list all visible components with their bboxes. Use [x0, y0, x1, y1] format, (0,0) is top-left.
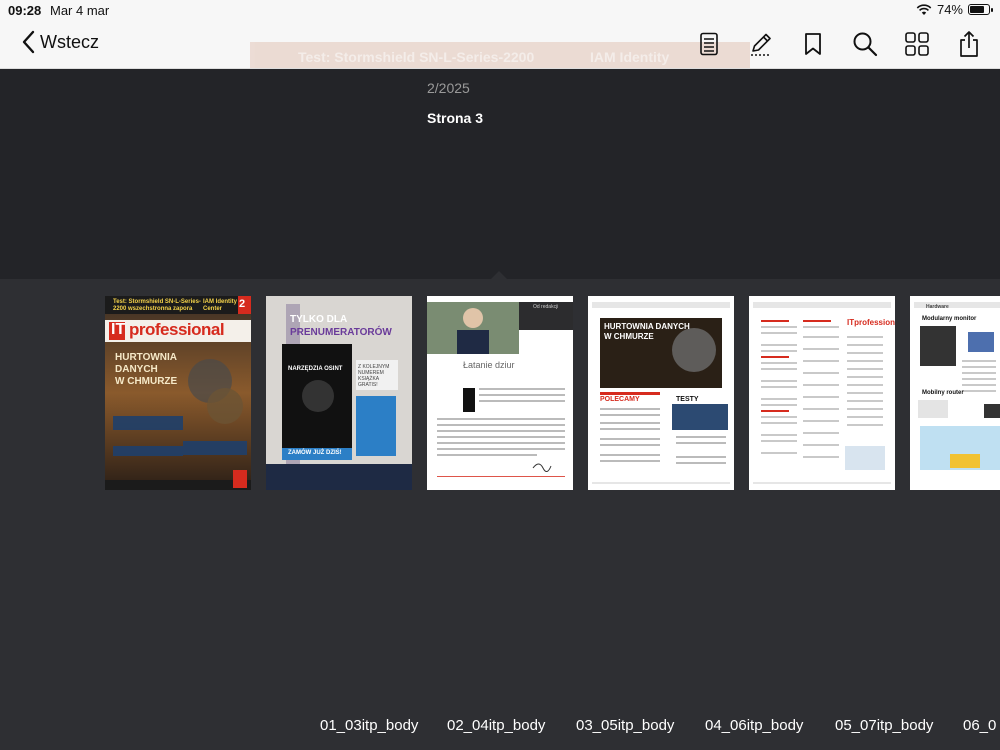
cover-logo-it: IT [111, 321, 126, 338]
thumbnail-label-5[interactable]: 05_07itp_body [835, 717, 933, 734]
contents-2-logo-rest: professional [854, 318, 895, 327]
thumbnail-contents-1[interactable]: HURTOWNIA DANYCH W CHMURZE POLECAMY TEST… [588, 296, 734, 490]
ad-footer: ZAMÓW JUŻ DZIŚ! [288, 450, 342, 456]
issue-number: 2/2025 [427, 80, 470, 96]
back-button[interactable]: Wstecz [22, 30, 99, 54]
search-icon [853, 32, 878, 57]
status-bar: 09:28 Mar 4 mar 74% [0, 0, 1000, 20]
page-7-subheading: Mobilny router [922, 390, 964, 396]
share-button[interactable] [954, 30, 984, 58]
current-page: Strona 3 [427, 110, 484, 126]
background-banner-right: IAM Identity [590, 49, 670, 65]
thumbnail-ad[interactable]: TYLKO DLA PRENUMERATORÓW NARZĘDZIA OSINT… [266, 296, 412, 490]
page-7-heading: Modularny monitor [922, 316, 977, 322]
thumbnail-label-3[interactable]: 03_05itp_body [576, 717, 674, 734]
thumbnail-cover[interactable]: Test: Stormshield SN-L-Series-2200 wszec… [105, 296, 251, 490]
background-banner-left: Test: Stormshield SN-L-Series-2200 [298, 49, 535, 65]
selection-pointer [490, 271, 508, 280]
share-icon [960, 31, 978, 57]
contents-2-logo: ITprofessional [847, 318, 895, 327]
bookmark-button[interactable] [798, 30, 828, 58]
thumbnail-label-2[interactable]: 02_04itp_body [447, 717, 545, 734]
thumbnail-label-1[interactable]: 01_03itp_body [320, 717, 418, 734]
list-icon [700, 32, 718, 56]
grid-icon [905, 32, 929, 56]
thumbnail-page-7[interactable]: Hardware Modularny monitor Mobilny route… [910, 296, 1000, 490]
cover-headline-3: W CHMURZE [115, 376, 178, 387]
ad-title-1: TYLKO DLA [290, 314, 348, 325]
table-of-contents-button[interactable] [694, 30, 724, 58]
cover-headline-1: HURTOWNIA [115, 352, 178, 363]
search-button[interactable] [850, 30, 880, 58]
issue-info-panel [0, 69, 1000, 279]
wifi-icon [916, 3, 932, 15]
contents-1-title-2: W CHMURZE [604, 332, 654, 341]
cover-banner-right: IAM Identity Center [203, 299, 237, 312]
reader-toolbar: Test: Stormshield SN-L-Series-2200 IAM I… [0, 20, 1000, 69]
thumbnail-label-4[interactable]: 04_06itp_body [705, 717, 803, 734]
editorial-tag: Od redakcji [533, 304, 559, 310]
ad-image [266, 296, 412, 490]
contents-1-section-2: TESTY [676, 396, 699, 403]
battery-percent: 74% [936, 2, 963, 17]
contents-1-section-1: POLECAMY [600, 396, 640, 403]
ad-title-2: PRENUMERATORÓW [290, 327, 392, 338]
ad-badge: Z KOLEJNYM NUMEREM KSIĄŻKA GRATIS! [358, 364, 390, 388]
bookmark-icon [805, 33, 821, 55]
cover-banner: Test: Stormshield SN-L-Series-2200 wszec… [113, 299, 201, 312]
chevron-left-icon [22, 30, 35, 54]
cover-headline-2: DANYCH [115, 364, 158, 375]
battery-icon [968, 4, 993, 15]
cover-logo: professional [129, 320, 225, 339]
contents-1-title-1: HURTOWNIA DANYCH [604, 322, 690, 331]
thumbnail-editorial[interactable]: Od redakcji Łatanie dziur [427, 296, 573, 490]
editorial-image [427, 296, 573, 490]
cover-issue-number: 2 [239, 298, 246, 310]
editorial-heading: Łatanie dziur [463, 360, 515, 370]
background-banner: Test: Stormshield SN-L-Series-2200 IAM I… [250, 42, 750, 68]
date: Mar 4 mar [50, 3, 110, 18]
back-label: Wstecz [40, 31, 100, 52]
page-overview-button[interactable] [902, 30, 932, 58]
thumbnail-label-6[interactable]: 06_0 [963, 717, 996, 734]
annotate-button[interactable] [746, 30, 776, 58]
clock: 09:28 [8, 3, 42, 18]
page-7-section: Hardware [926, 304, 949, 310]
ad-book-title: NARZĘDZIA OSINT [288, 366, 343, 372]
pencil-icon [751, 33, 771, 56]
thumbnail-contents-2[interactable]: ITprofessional [749, 296, 895, 490]
